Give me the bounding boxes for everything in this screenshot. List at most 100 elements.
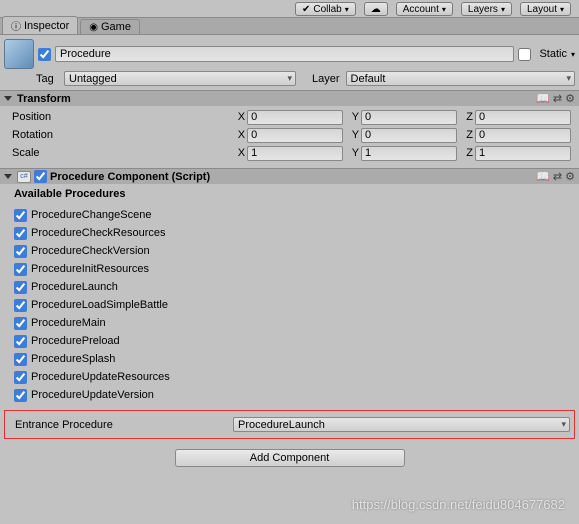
procedure-component-header[interactable]: c# Procedure Component (Script) 📖 ⇄ ⚙ bbox=[0, 168, 579, 184]
procedure-name: ProcedureSplash bbox=[31, 353, 115, 365]
transform-row-label: Position bbox=[12, 111, 233, 123]
layer-value: Default bbox=[351, 73, 386, 85]
foldout-icon bbox=[4, 96, 12, 101]
tag-dropdown[interactable]: Untagged bbox=[64, 71, 296, 86]
layout-button[interactable]: Layout ▾ bbox=[520, 2, 571, 16]
axis-y-label: Y bbox=[347, 129, 361, 141]
procedure-checkbox[interactable] bbox=[14, 335, 27, 348]
chevron-down-icon: ▾ bbox=[501, 5, 505, 14]
info-icon: ⓘ bbox=[11, 18, 21, 33]
gear-icon[interactable]: ⚙ bbox=[565, 170, 575, 183]
procedure-checkbox[interactable] bbox=[14, 371, 27, 384]
layers-label: Layers bbox=[468, 4, 498, 15]
procedure-name: ProcedureUpdateVersion bbox=[31, 389, 154, 401]
procedure-name: ProcedureInitResources bbox=[31, 263, 149, 275]
procedure-checkbox[interactable] bbox=[14, 317, 27, 330]
csharp-icon: c# bbox=[17, 171, 31, 183]
procedure-body: Available Procedures ProcedureChangeScen… bbox=[0, 184, 579, 404]
tab-bar: ⓘ Inspector ◉ Game bbox=[0, 18, 579, 35]
procedure-checkbox[interactable] bbox=[14, 227, 27, 240]
static-checkbox[interactable] bbox=[518, 48, 531, 61]
gameobject-icon[interactable] bbox=[4, 39, 34, 69]
game-icon: ◉ bbox=[89, 22, 98, 33]
tag-layer-row: Tag Untagged Layer Default bbox=[0, 71, 579, 90]
tab-game-label: Game bbox=[101, 21, 131, 33]
layer-dropdown[interactable]: Default bbox=[346, 71, 575, 86]
static-label: Static bbox=[539, 48, 567, 60]
transform-header[interactable]: Transform 📖 ⇄ ⚙ bbox=[0, 90, 579, 106]
procedure-checkbox[interactable] bbox=[14, 281, 27, 294]
component-enabled-checkbox[interactable] bbox=[34, 170, 47, 183]
pos-z-input[interactable] bbox=[475, 128, 571, 143]
entrance-procedure-label: Entrance Procedure bbox=[15, 419, 233, 431]
add-component-button[interactable]: Add Component bbox=[175, 449, 405, 467]
tab-inspector[interactable]: ⓘ Inspector bbox=[2, 16, 78, 34]
gear-icon[interactable]: ⚙ bbox=[565, 92, 575, 105]
entrance-procedure-dropdown[interactable]: ProcedureLaunch bbox=[233, 417, 570, 432]
collab-button[interactable]: ✔ Collab ▾ bbox=[295, 2, 356, 16]
transform-title: Transform bbox=[17, 93, 71, 105]
gameobject-header: Static ▾ bbox=[0, 35, 579, 71]
chevron-down-icon[interactable]: ▾ bbox=[571, 50, 575, 59]
pos-x-input[interactable] bbox=[247, 146, 343, 161]
procedure-checkbox[interactable] bbox=[14, 245, 27, 258]
chevron-down-icon: ▾ bbox=[442, 5, 446, 14]
pos-y-input[interactable] bbox=[361, 146, 457, 161]
procedure-checkbox[interactable] bbox=[14, 263, 27, 276]
top-toolbar: ✔ Collab ▾ ☁ Account ▾ Layers ▾ Layout ▾ bbox=[0, 0, 579, 18]
procedure-name: ProcedureUpdateResources bbox=[31, 371, 170, 383]
procedure-checkbox[interactable] bbox=[14, 299, 27, 312]
pos-y-input[interactable] bbox=[361, 110, 457, 125]
pos-x-input[interactable] bbox=[247, 110, 343, 125]
procedure-item: ProcedurePreload bbox=[14, 332, 575, 350]
cloud-icon: ☁ bbox=[371, 4, 381, 15]
preset-icon[interactable]: ⇄ bbox=[553, 170, 562, 183]
transform-row-label: Scale bbox=[12, 147, 233, 159]
pos-x-input[interactable] bbox=[247, 128, 343, 143]
procedure-item: ProcedureUpdateVersion bbox=[14, 386, 575, 404]
transform-row-label: Rotation bbox=[12, 129, 233, 141]
available-procedures-title: Available Procedures bbox=[14, 188, 575, 200]
account-button[interactable]: Account ▾ bbox=[396, 2, 453, 16]
procedure-name: ProcedureCheckVersion bbox=[31, 245, 150, 257]
help-icon[interactable]: 📖 bbox=[536, 170, 550, 183]
active-checkbox[interactable] bbox=[38, 48, 51, 61]
axis-z-label: Z bbox=[461, 111, 475, 123]
preset-icon[interactable]: ⇄ bbox=[553, 92, 562, 105]
procedure-checkbox[interactable] bbox=[14, 353, 27, 366]
layer-label: Layer bbox=[312, 73, 340, 85]
help-icon[interactable]: 📖 bbox=[536, 92, 550, 105]
pos-y-input[interactable] bbox=[361, 128, 457, 143]
tab-inspector-label: Inspector bbox=[24, 20, 69, 32]
procedure-item: ProcedureLaunch bbox=[14, 278, 575, 296]
transform-row: ScaleX Y Z bbox=[12, 144, 575, 162]
axis-z-label: Z bbox=[461, 147, 475, 159]
axis-x-label: X bbox=[233, 111, 247, 123]
pos-z-input[interactable] bbox=[475, 146, 571, 161]
axis-z-label: Z bbox=[461, 129, 475, 141]
pos-z-input[interactable] bbox=[475, 110, 571, 125]
check-icon: ✔ bbox=[302, 4, 310, 15]
layout-label: Layout bbox=[527, 4, 557, 15]
procedure-name: ProcedureLaunch bbox=[31, 281, 118, 293]
account-label: Account bbox=[403, 4, 439, 15]
procedure-item: ProcedureUpdateResources bbox=[14, 368, 575, 386]
gameobject-name-input[interactable] bbox=[55, 46, 514, 62]
procedure-item: ProcedureCheckResources bbox=[14, 224, 575, 242]
axis-y-label: Y bbox=[347, 147, 361, 159]
layers-button[interactable]: Layers ▾ bbox=[461, 2, 512, 16]
foldout-icon bbox=[4, 174, 12, 179]
transform-row: PositionX Y Z bbox=[12, 108, 575, 126]
axis-y-label: Y bbox=[347, 111, 361, 123]
tab-game[interactable]: ◉ Game bbox=[80, 19, 140, 34]
procedure-checkbox[interactable] bbox=[14, 389, 27, 402]
procedure-checkbox[interactable] bbox=[14, 209, 27, 222]
procedure-name: ProcedureChangeScene bbox=[31, 209, 151, 221]
procedure-name: ProcedureCheckResources bbox=[31, 227, 166, 239]
collab-label: Collab bbox=[313, 4, 341, 15]
procedure-item: ProcedureInitResources bbox=[14, 260, 575, 278]
axis-x-label: X bbox=[233, 147, 247, 159]
watermark: https://blog.csdn.net/feidu804677682 bbox=[352, 497, 565, 512]
chevron-down-icon: ▾ bbox=[560, 5, 564, 14]
cloud-button[interactable]: ☁ bbox=[364, 2, 388, 16]
